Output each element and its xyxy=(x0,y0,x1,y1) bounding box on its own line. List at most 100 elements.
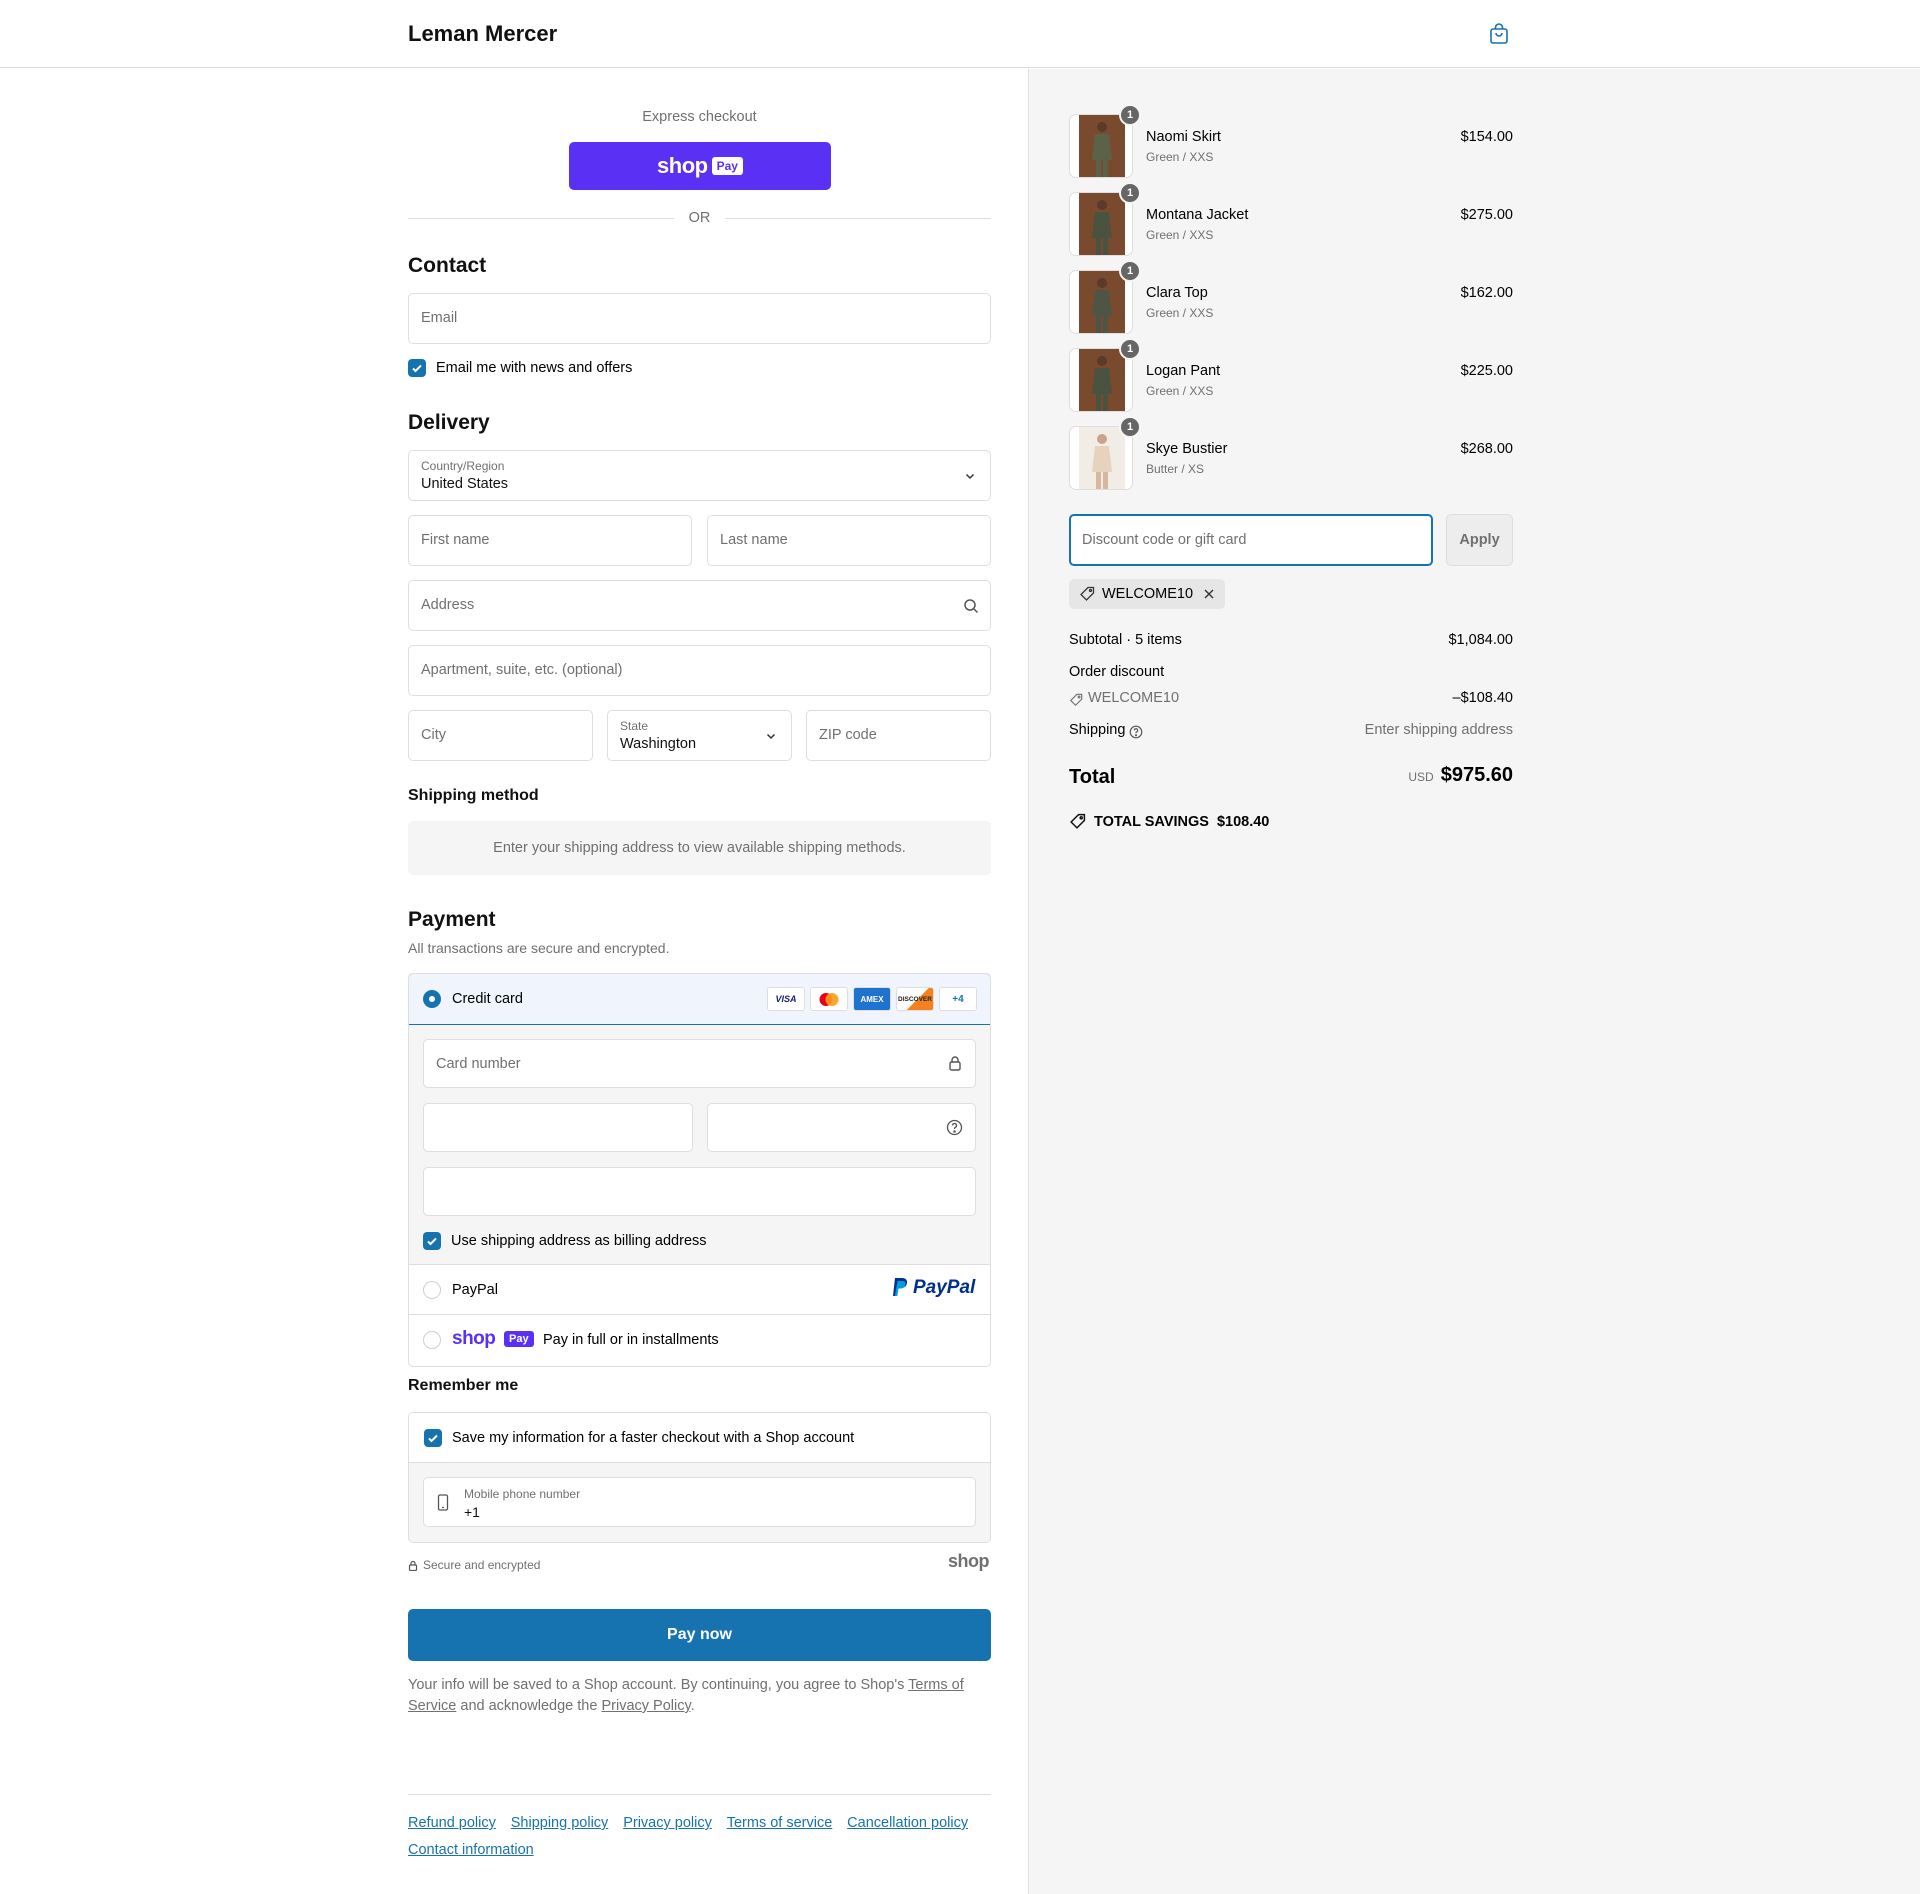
shipping-policy-link[interactable]: Shipping policy xyxy=(511,1815,609,1831)
paypal-radio[interactable] xyxy=(423,1281,441,1299)
product-name: Naomi Skirt xyxy=(1146,129,1221,145)
express-checkout-label: Express checkout xyxy=(642,109,757,125)
line-item: 1 Montana Jacket Green / XXS $275.00 xyxy=(1069,182,1513,257)
brand-logo[interactable]: Leman Mercer xyxy=(408,21,557,47)
credit-card-radio[interactable] xyxy=(423,990,441,1008)
or-divider: OR xyxy=(408,209,991,229)
subtotal-value: $1,084.00 xyxy=(1448,632,1513,648)
paypal-option[interactable]: PayPal PayPal xyxy=(409,1265,990,1315)
newsletter-checkbox[interactable] xyxy=(408,359,426,377)
contact-information-link[interactable]: Contact information xyxy=(408,1842,534,1858)
delivery-heading: Delivery xyxy=(408,411,490,434)
savings-label: TOTAL SAVINGS xyxy=(1094,813,1209,830)
city-field[interactable]: City xyxy=(408,710,593,761)
close-icon[interactable] xyxy=(1203,588,1215,600)
address-placeholder: Address xyxy=(421,597,475,613)
mobile-phone-field[interactable]: Mobile phone number +1 xyxy=(423,1477,976,1527)
state-label: State xyxy=(620,719,649,733)
address-field[interactable]: Address xyxy=(408,580,991,631)
country-select[interactable]: Country/Region United States xyxy=(408,450,991,501)
apply-discount-button[interactable]: Apply xyxy=(1446,514,1513,566)
footer-divider xyxy=(408,1794,991,1795)
discount-code-field[interactable]: Discount code or gift card xyxy=(1069,514,1433,566)
order-summary: 1 Naomi Skirt Green / XXS $154.00 1 Montana J… xyxy=(1028,69,1920,1894)
contact-heading: Contact xyxy=(408,254,487,277)
visa-icon: VISA xyxy=(767,987,805,1011)
shipping-row: Shipping Enter shipping address xyxy=(1069,722,1513,742)
apartment-field[interactable]: Apartment, suite, etc. (optional) xyxy=(408,645,991,696)
paypal-wordmark: PayPal xyxy=(913,1277,976,1298)
shop-pay-button[interactable]: shop Pay xyxy=(569,142,831,190)
shopping-bag-icon[interactable] xyxy=(1487,22,1511,46)
line-item: 1 Logan Pant Green / XXS $225.00 xyxy=(1069,338,1513,413)
quantity-badge: 1 xyxy=(1119,104,1141,126)
applied-discount-tag: WELCOME10 xyxy=(1069,579,1226,609)
email-field[interactable]: Email xyxy=(408,293,991,344)
card-number-field[interactable]: Card number xyxy=(423,1039,976,1088)
lock-icon xyxy=(949,1056,961,1071)
refund-policy-link[interactable]: Refund policy xyxy=(408,1815,496,1831)
privacy-policy-link[interactable]: Privacy Policy xyxy=(601,1698,690,1714)
help-circle-icon[interactable] xyxy=(1129,725,1143,739)
quantity-badge: 1 xyxy=(1119,416,1141,438)
subtotal-row: Subtotal · 5 items $1,084.00 xyxy=(1069,632,1513,652)
remember-me-heading: Remember me xyxy=(408,1377,519,1394)
last-name-field[interactable]: Last name xyxy=(707,515,991,566)
security-code-field[interactable] xyxy=(707,1103,976,1152)
first-name-field[interactable]: First name xyxy=(408,515,692,566)
product-variant: Green / XXS xyxy=(1146,228,1214,242)
remember-me-box: Save my information for a faster checkou… xyxy=(408,1412,991,1543)
billing-same-option[interactable]: Use shipping address as billing address xyxy=(423,1232,707,1250)
product-price: $162.00 xyxy=(1460,285,1513,301)
order-discount-label: Order discount xyxy=(1069,664,1165,680)
phone-label: Mobile phone number xyxy=(464,1487,581,1501)
country-label: Country/Region xyxy=(421,459,505,473)
or-text: OR xyxy=(688,210,711,226)
newsletter-option[interactable]: Email me with news and offers xyxy=(408,359,632,377)
footer-links: Refund policy Shipping policy Privacy po… xyxy=(408,1809,991,1863)
line-item: 1 Naomi Skirt Green / XXS $154.00 xyxy=(1069,104,1513,179)
amex-icon: AMEX xyxy=(853,987,891,1011)
privacy-policy-footer-link[interactable]: Privacy policy xyxy=(623,1815,712,1831)
expiration-date-field[interactable] xyxy=(423,1103,693,1152)
product-variant: Green / XXS xyxy=(1146,150,1214,164)
zip-field[interactable]: ZIP code xyxy=(806,710,991,761)
country-value: United States xyxy=(421,476,509,492)
shop-pay-option[interactable]: shop Pay Pay in full or in installments xyxy=(409,1315,990,1366)
shop-pay-option-wordmark: shop xyxy=(452,1328,496,1349)
credit-card-option[interactable]: Credit card VISA AMEX DISCOVER +4 xyxy=(409,974,990,1025)
discount-placeholder: Discount code or gift card xyxy=(1082,532,1247,548)
city-placeholder: City xyxy=(421,727,446,743)
billing-same-checkbox[interactable] xyxy=(423,1232,441,1250)
save-info-option[interactable]: Save my information for a faster checkou… xyxy=(409,1413,990,1463)
first-name-placeholder: First name xyxy=(421,532,490,548)
product-name: Montana Jacket xyxy=(1146,207,1249,223)
shop-pay-radio[interactable] xyxy=(423,1331,441,1349)
save-info-checkbox[interactable] xyxy=(424,1429,442,1447)
save-info-label: Save my information for a faster checkou… xyxy=(452,1430,855,1446)
header: Leman Mercer xyxy=(0,0,1920,68)
discount-value: –$108.40 xyxy=(1452,690,1513,706)
savings-value: $108.40 xyxy=(1216,813,1270,830)
cancellation-policy-link[interactable]: Cancellation policy xyxy=(847,1815,968,1831)
pay-now-button[interactable]: Pay now xyxy=(408,1609,991,1661)
terms-of-service-footer-link[interactable]: Terms of service xyxy=(727,1815,833,1831)
currency-code: USD xyxy=(1408,770,1434,784)
paypal-p-icon xyxy=(893,1278,908,1296)
payment-heading: Payment xyxy=(408,908,496,931)
total-savings: TOTAL SAVINGS $108.40 xyxy=(1069,813,1269,830)
help-circle-icon[interactable] xyxy=(946,1119,963,1136)
paypal-label: PayPal xyxy=(452,1282,498,1298)
quantity-badge: 1 xyxy=(1119,260,1141,282)
state-select[interactable]: State Washington xyxy=(607,710,792,761)
shop-pay-option-label: Pay in full or in installments xyxy=(543,1332,719,1348)
legal-text-before: Your info will be saved to a Shop accoun… xyxy=(408,1677,909,1693)
product-variant: Green / XXS xyxy=(1146,384,1214,398)
name-on-card-field[interactable] xyxy=(423,1167,976,1216)
checkout-form: Express checkout shop Pay OR Contact Ema… xyxy=(0,69,1028,1894)
mastercard-icon xyxy=(810,987,848,1011)
total-label: Total xyxy=(1069,766,1116,788)
secure-text: Secure and encrypted xyxy=(423,1558,541,1572)
chevron-down-icon xyxy=(766,733,776,740)
product-name: Logan Pant xyxy=(1146,363,1221,379)
